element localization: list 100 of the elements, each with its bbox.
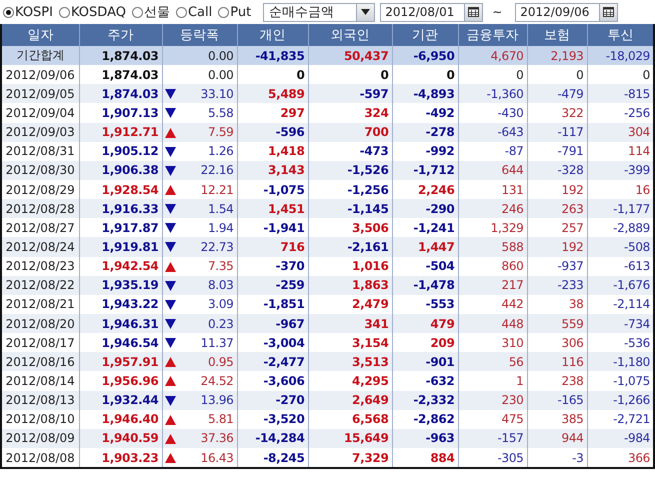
column-header[interactable]: 외국인 [308,24,392,46]
date-cell: 2012/08/24 [2,237,79,257]
change-cell: 22.73 [162,237,237,257]
amount-cell: -596 [237,122,308,142]
date-cell: 2012/08/22 [2,276,79,295]
amount-cell: -117 [527,122,587,142]
amount-cell: 246 [458,199,527,218]
amount-cell: -597 [308,84,392,104]
change-cell: 16.43 [162,448,237,468]
calendar-button[interactable] [464,4,482,20]
column-header[interactable]: 기관 [392,24,458,46]
amount-cell: 1,451 [237,199,308,218]
date-cell: 2012/08/20 [2,314,79,334]
amount-cell: -1,180 [587,352,653,372]
amount-cell: 263 [527,199,587,218]
date-cell: 2012/08/08 [2,448,79,468]
column-header[interactable]: 등락폭 [162,24,237,46]
date-cell: 2012/08/21 [2,294,79,314]
amount-cell: -815 [587,84,653,104]
caret-icon [361,9,370,15]
date-field[interactable]: 2012/08/01 [380,2,484,22]
amount-cell: 1,447 [392,237,458,257]
date-cell: 2012/08/27 [2,218,79,238]
up-triangle-icon [164,452,176,463]
amount-cell: 3,143 [237,160,308,180]
up-triangle-icon [164,414,176,425]
amount-cell: 116 [527,352,587,372]
amount-cell: -2,477 [237,352,308,372]
column-header[interactable]: 투신 [587,24,653,46]
amount-cell: -2,332 [392,390,458,410]
measure-dropdown[interactable]: 순매수금액 [263,2,376,22]
date-cell: 2012/08/31 [2,142,79,161]
amount-cell: -259 [237,276,308,295]
change-cell: 0.95 [162,352,237,372]
price-cell: 1,916.33 [79,199,162,218]
price-cell: 1,932.44 [79,390,162,410]
change-cell: 33.10 [162,84,237,104]
radio-option[interactable]: Call [176,4,212,20]
amount-cell: 56 [458,352,527,372]
column-header[interactable]: 일자 [2,24,79,46]
price-cell: 1,940.59 [79,428,162,448]
up-triangle-icon [164,376,176,386]
amount-cell: 884 [392,448,458,468]
down-triangle-icon [164,166,176,176]
amount-cell: 15,649 [308,428,392,448]
amount-cell: -278 [392,122,458,142]
price-cell: 1,906.38 [79,160,162,180]
calendar-button[interactable] [599,4,618,20]
amount-cell: 944 [527,428,587,448]
amount-cell: 2,193 [527,46,587,66]
up-triangle-icon [164,128,176,138]
amount-cell: 448 [458,314,527,334]
date-cell: 2012/08/10 [2,410,79,429]
date-cell: 2012/09/03 [2,122,79,142]
radio-option[interactable]: KOSPI [3,4,53,20]
amount-cell: -901 [392,352,458,372]
down-triangle-icon [164,280,176,291]
radio-option[interactable]: Put [218,4,252,20]
date-cell: 2012/08/13 [2,390,79,410]
radio-option[interactable]: KOSDAQ [58,4,126,20]
date-cell: 2012/09/05 [2,84,79,104]
date-cell: 2012/08/23 [2,256,79,276]
amount-cell: 192 [527,237,587,257]
change-cell: 13.96 [162,390,237,410]
up-triangle-icon [164,434,176,444]
amount-cell: 50,437 [308,46,392,66]
change-cell: 1.54 [162,199,237,218]
amount-cell: -18,029 [587,46,653,66]
down-triangle-icon [164,300,176,310]
amount-cell: -734 [587,314,653,334]
date-cell: 2012/08/28 [2,199,79,218]
down-triangle-icon [164,223,176,234]
date-field[interactable]: 2012/09/06 [515,2,618,22]
column-header[interactable]: 보험 [527,24,587,46]
amount-cell: -6,950 [392,46,458,66]
amount-cell: 3,513 [308,352,392,372]
change-cell: 7.59 [162,122,237,142]
amount-cell: 700 [308,122,392,142]
amount-cell: 716 [237,237,308,257]
down-triangle-icon [164,318,176,329]
amount-cell: 1,863 [308,276,392,295]
column-header[interactable]: 개인 [237,24,308,46]
date-cell: 2012/08/29 [2,180,79,200]
amount-cell: -305 [458,448,527,468]
amount-cell: 366 [587,448,653,468]
amount-cell: -3 [527,448,587,468]
range-separator: ~ [492,5,502,19]
amount-cell: 230 [458,390,527,410]
amount-cell: -1,360 [458,84,527,104]
price-cell: 1,935.19 [79,276,162,295]
date-cell: 2012/08/14 [2,371,79,391]
column-header[interactable]: 주가 [79,24,162,46]
column-header[interactable]: 금융투자 [458,24,527,46]
amount-cell: -508 [587,237,653,257]
amount-cell: -1,145 [308,199,392,218]
amount-cell: -1,676 [587,276,653,295]
date-cell: 2012/08/09 [2,428,79,448]
amount-cell: 588 [458,237,527,257]
amount-cell: -1,177 [587,199,653,218]
radio-option[interactable]: 선물 [132,3,170,21]
